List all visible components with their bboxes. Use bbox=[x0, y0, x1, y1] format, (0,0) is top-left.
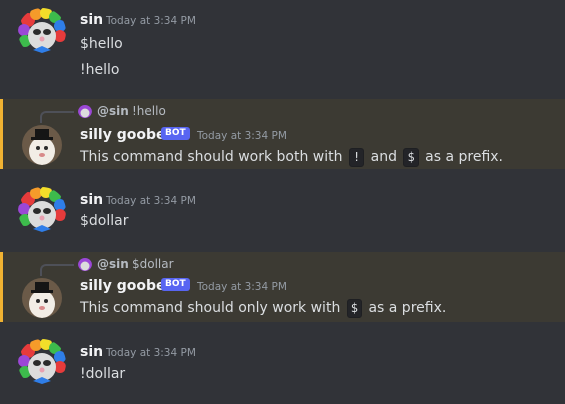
timestamp: Today at 3:34 PM bbox=[197, 130, 287, 142]
text-segment: This command should work both with bbox=[80, 149, 343, 165]
message-bot-2: @sin $dollar silly goober BOT Today at 3… bbox=[0, 252, 565, 322]
inline-code: ! bbox=[348, 148, 365, 167]
clown-cat-avatar-icon[interactable] bbox=[18, 187, 66, 235]
message-sin-2: sin Today at 3:34 PM $dollar bbox=[0, 181, 565, 241]
bot-badge: BOT bbox=[161, 127, 190, 140]
reply-author[interactable]: @sin bbox=[97, 257, 129, 271]
message-sin-1: sin Today at 3:34 PM $hello !hello bbox=[0, 0, 565, 100]
text-segment: This command should only work with bbox=[80, 300, 341, 316]
clown-cat-avatar-icon[interactable] bbox=[18, 8, 66, 56]
author-name[interactable]: silly goober bbox=[80, 127, 172, 143]
message-line: !dollar bbox=[80, 366, 126, 382]
reply-preview-text[interactable]: $dollar bbox=[132, 257, 174, 271]
reply-connector bbox=[40, 111, 74, 123]
top-hat-cat-avatar-icon[interactable] bbox=[22, 125, 62, 165]
reply-connector bbox=[40, 264, 74, 276]
message-sin-3: sin Today at 3:34 PM !dollar bbox=[0, 333, 565, 404]
clown-cat-avatar-icon bbox=[78, 257, 92, 271]
bot-badge: BOT bbox=[161, 278, 190, 291]
timestamp: Today at 3:34 PM bbox=[197, 281, 287, 293]
author-name[interactable]: sin bbox=[80, 12, 103, 28]
text-segment: and bbox=[370, 149, 397, 165]
message-text: This command should only work with $ as … bbox=[80, 299, 446, 318]
clown-cat-avatar-icon[interactable] bbox=[18, 339, 66, 387]
reply-author[interactable]: @sin bbox=[97, 104, 129, 118]
message-line: !hello bbox=[80, 62, 120, 78]
message-bot-1: @sin !hello silly goober BOT Today at 3:… bbox=[0, 99, 565, 169]
text-segment: as a prefix. bbox=[368, 300, 447, 316]
message-line: $dollar bbox=[80, 213, 129, 229]
timestamp: Today at 3:34 PM bbox=[106, 15, 196, 27]
inline-code: $ bbox=[346, 299, 362, 318]
message-text: This command should work both with ! and… bbox=[80, 148, 503, 167]
inline-code: $ bbox=[403, 148, 419, 167]
clown-cat-avatar-icon bbox=[78, 104, 92, 118]
message-line: $hello bbox=[80, 36, 123, 52]
author-name[interactable]: sin bbox=[80, 192, 103, 208]
author-name[interactable]: silly goober bbox=[80, 278, 172, 294]
author-name[interactable]: sin bbox=[80, 344, 103, 360]
text-segment: as a prefix. bbox=[425, 149, 503, 165]
timestamp: Today at 3:34 PM bbox=[106, 347, 196, 359]
top-hat-cat-avatar-icon[interactable] bbox=[22, 278, 62, 318]
reply-preview-text[interactable]: !hello bbox=[132, 104, 166, 118]
timestamp: Today at 3:34 PM bbox=[106, 195, 196, 207]
